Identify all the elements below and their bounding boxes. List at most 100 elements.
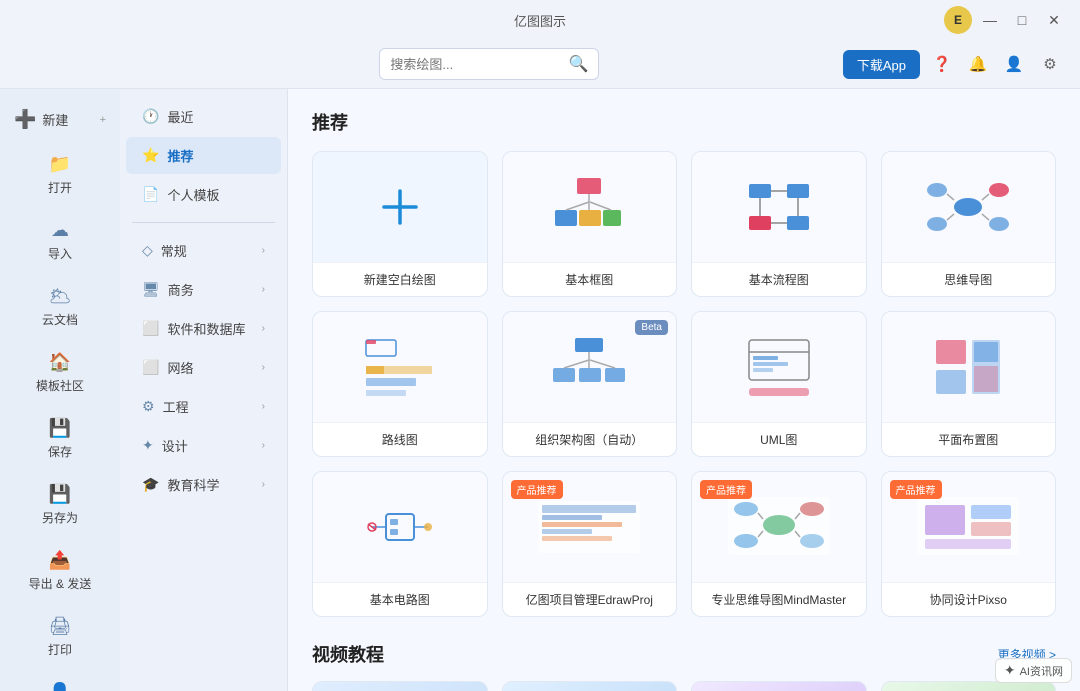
new-expand-icon: +	[100, 114, 106, 126]
chevron-icon-7: ›	[262, 479, 265, 490]
template-card-route[interactable]: 路线图	[312, 311, 488, 457]
chevron-icon-5: ›	[262, 401, 265, 412]
folder-icon: 📁	[49, 154, 71, 175]
mid-item-recommend[interactable]: ⭐ 推荐	[126, 137, 281, 174]
template-card-uml[interactable]: UML图	[691, 311, 867, 457]
education-icon: 🎓	[142, 476, 159, 493]
recommend-icon: ⭐	[142, 147, 159, 164]
sidebar-item-print[interactable]: 🖨 打印	[8, 606, 112, 668]
video-section-header: 视频教程 更多视频 >	[312, 641, 1056, 667]
maximize-button[interactable]: □	[1008, 6, 1036, 34]
settings-icon[interactable]: ⚙	[1036, 50, 1064, 78]
sidebar-item-open[interactable]: 📁 打开	[8, 144, 112, 206]
sidebar-item-templates[interactable]: 🏠 模板社区	[8, 342, 112, 404]
chevron-icon-3: ›	[262, 323, 265, 334]
template-label-edrawproj: 亿图项目管理EdrawProj	[503, 582, 677, 616]
save-icon: 💾	[49, 418, 71, 439]
help-icon[interactable]: ❓	[928, 50, 956, 78]
mid-item-design-label: 设计	[162, 436, 188, 455]
template-label-uml: UML图	[692, 422, 866, 456]
pixso-preview	[913, 487, 1023, 567]
sidebar-item-new-label: 新建	[42, 110, 68, 129]
sidebar-item-new[interactable]: ➕ 新建 +	[8, 99, 112, 140]
design-icon: ✦	[142, 437, 154, 454]
template-label-mindmap: 思维导图	[882, 262, 1056, 296]
close-button[interactable]: ✕	[1040, 6, 1068, 34]
sidebar-item-saveas-label: 另存为	[42, 509, 78, 526]
mid-item-network[interactable]: ⬜ 网络 ›	[126, 349, 281, 386]
template-card-new-blank[interactable]: 新建空白绘图	[312, 151, 488, 297]
video-thumb-1	[313, 682, 487, 691]
mid-item-personal[interactable]: 📄 个人模板	[126, 176, 281, 213]
sidebar-item-account[interactable]: 👤 账户	[8, 672, 112, 691]
template-grid: 新建空白绘图 基本框图	[312, 151, 1056, 617]
sidebar-item-import-label: 导入	[48, 245, 72, 262]
sidebar-item-templates-label: 模板社区	[36, 377, 84, 394]
top-toolbar: 🔍 下载App ❓ 🔔 👤 ⚙	[0, 40, 1080, 89]
print-icon: 🖨	[49, 616, 72, 637]
mid-item-engineering[interactable]: ⚙ 工程 ›	[126, 388, 281, 425]
basic-flow-svg	[739, 172, 819, 242]
sidebar-item-save[interactable]: 💾 保存	[8, 408, 112, 470]
personal-icon: 📄	[142, 186, 159, 203]
template-card-mindmap[interactable]: 思维导图	[881, 151, 1057, 297]
template-label-layout: 平面布置图	[882, 422, 1056, 456]
mid-item-general[interactable]: ◇ 常规 ›	[126, 232, 281, 269]
saveas-icon: 💾	[49, 484, 71, 505]
sidebar-item-open-label: 打开	[48, 179, 72, 196]
video-card-2[interactable]	[502, 681, 678, 691]
mid-item-business[interactable]: 🖥 商务 ›	[126, 271, 281, 308]
mid-item-personal-label: 个人模板	[167, 185, 219, 204]
notification-icon[interactable]: 🔔	[964, 50, 992, 78]
mid-item-general-label: 常规	[161, 241, 187, 260]
sidebar-item-print-label: 打印	[48, 641, 72, 658]
template-card-mindmaster[interactable]: 产品推荐 专业思维导图MindMaster	[691, 471, 867, 617]
video-card-1[interactable]	[312, 681, 488, 691]
mid-sidebar: 🕐 最近 ⭐ 推荐 📄 个人模板 ◇ 常规 › 🖥 商务 › ⬜ 软件和数据库 …	[120, 89, 288, 691]
download-app-button[interactable]: 下载App	[843, 50, 920, 79]
software-icon: ⬜	[142, 320, 159, 337]
template-card-basic-frame[interactable]: 基本框图	[502, 151, 678, 297]
mid-item-software[interactable]: ⬜ 软件和数据库 ›	[126, 310, 281, 347]
mid-item-software-label: 软件和数据库	[167, 319, 245, 338]
mid-item-design[interactable]: ✦ 设计 ›	[126, 427, 281, 464]
network-icon: ⬜	[142, 359, 159, 376]
mid-item-recent[interactable]: 🕐 最近	[126, 98, 281, 135]
minimize-button[interactable]: —	[976, 6, 1004, 34]
promo-badge-2: 产品推荐	[700, 480, 752, 499]
sidebar-item-save-label: 保存	[48, 443, 72, 460]
plus-icon: ➕	[14, 109, 36, 130]
circuit-svg	[360, 492, 440, 562]
mindmaster-preview	[724, 487, 834, 567]
template-card-layout[interactable]: 平面布置图	[881, 311, 1057, 457]
template-card-org-chart[interactable]: Beta 组织架构图（自动）	[502, 311, 678, 457]
beta-badge: Beta	[635, 320, 668, 335]
plus-svg-icon	[376, 183, 424, 231]
template-card-edrawproj[interactable]: 产品推荐 亿图项目管理EdrawProj	[502, 471, 678, 617]
cloud-icon: 🌥	[49, 286, 72, 307]
template-label-circuit: 基本电路图	[313, 582, 487, 616]
search-input[interactable]	[390, 57, 560, 72]
template-label-basic-frame: 基本框图	[503, 262, 677, 296]
mid-item-education[interactable]: 🎓 教育科学 ›	[126, 466, 281, 503]
sidebar-item-import[interactable]: ☁ 导入	[8, 210, 112, 272]
sidebar-item-cloud[interactable]: 🌥 云文档	[8, 276, 112, 338]
sidebar-item-saveas[interactable]: 💾 另存为	[8, 474, 112, 536]
search-box[interactable]: 🔍	[379, 48, 599, 80]
chevron-icon-6: ›	[262, 440, 265, 451]
mid-item-network-label: 网络	[167, 358, 193, 377]
business-icon: 🖥	[142, 281, 160, 298]
left-sidebar: ➕ 新建 + 📁 打开 ☁ 导入 🌥 云文档 🏠 模板社区 💾 保存 💾 另存为	[0, 89, 120, 691]
video-card-3[interactable]	[691, 681, 867, 691]
engineering-icon: ⚙	[142, 398, 155, 415]
video-thumb-3	[692, 682, 866, 691]
user-icon[interactable]: 👤	[1000, 50, 1028, 78]
template-card-basic-flow[interactable]: 基本流程图	[691, 151, 867, 297]
template-card-pixso[interactable]: 产品推荐 协同设计Pixso	[881, 471, 1057, 617]
template-label-pixso: 协同设计Pixso	[882, 582, 1056, 616]
video-grid	[312, 681, 1056, 691]
template-card-circuit[interactable]: 基本电路图	[312, 471, 488, 617]
user-avatar[interactable]: E	[944, 6, 972, 34]
sidebar-item-export[interactable]: 📤 导出 & 发送	[8, 540, 112, 602]
mid-item-recommend-label: 推荐	[167, 146, 193, 165]
